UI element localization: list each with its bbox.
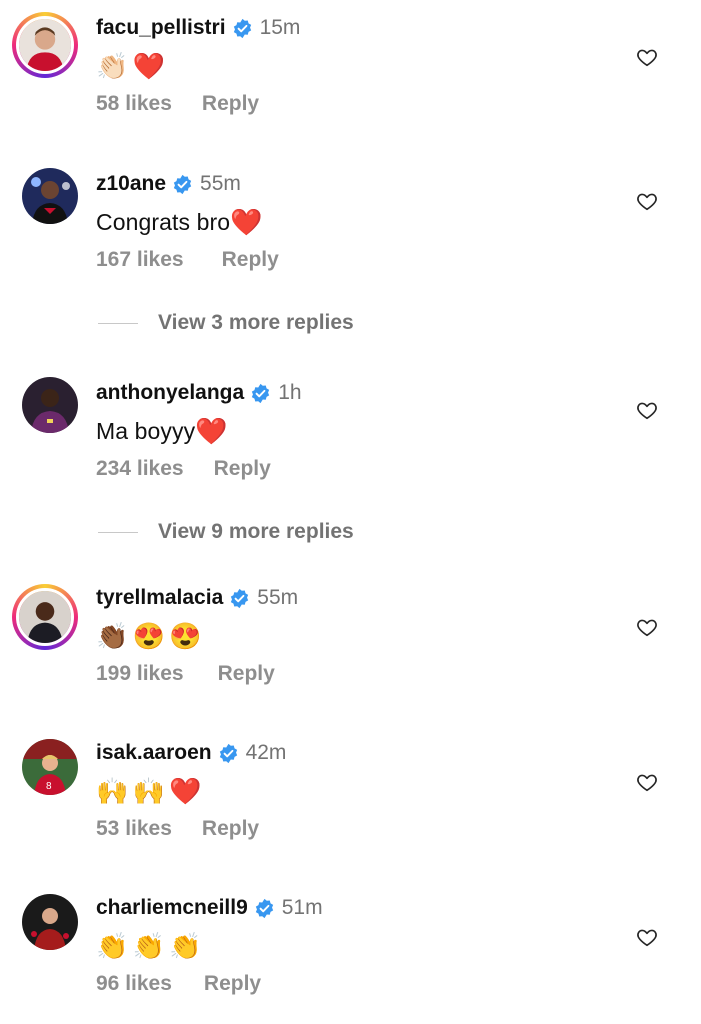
emoji: 🙌: [132, 776, 165, 806]
verified-badge-icon: [219, 743, 237, 763]
timestamp: 55m: [200, 172, 241, 195]
avatar-story-ring[interactable]: [12, 584, 78, 650]
emoji: 👏: [96, 931, 129, 961]
comment-item: 8 isak.aaroen 42m 🙌 🙌 ❤️ 53 likes Reply: [0, 737, 701, 847]
timestamp: 15m: [259, 16, 301, 39]
view-more-replies-button[interactable]: View 3 more replies: [96, 308, 354, 338]
reply-button[interactable]: Reply: [202, 92, 259, 116]
verified-badge-icon: [252, 383, 270, 403]
reply-button[interactable]: Reply: [204, 972, 261, 996]
verified-badge-icon: [255, 898, 273, 918]
avatar[interactable]: [16, 588, 74, 646]
comment-text: Ma boyyy ❤️: [96, 413, 232, 449]
comment-text: 👏🏾 😍 😍: [96, 618, 205, 654]
comment-text: Congrats bro ❤️: [96, 204, 267, 240]
verified-badge-icon: [231, 588, 249, 608]
comment-item: facu_pellistri 15m 👏🏻 ❤️ 58 likes Reply: [0, 12, 701, 122]
username[interactable]: charliemcneill9: [96, 896, 248, 920]
svg-text:8: 8: [46, 781, 52, 792]
avatar[interactable]: [16, 16, 74, 74]
avatar[interactable]: [22, 377, 78, 433]
emoji: 🙌: [96, 776, 129, 806]
comment-item: z10ane 55m Congrats bro ❤️ 167 likes Rep…: [0, 168, 701, 278]
comment-text: 👏 👏 👏: [96, 928, 205, 964]
heart-icon[interactable]: [636, 190, 658, 212]
likes-count[interactable]: 96 likes: [96, 972, 172, 996]
likes-count[interactable]: 53 likes: [96, 817, 172, 841]
emoji: ❤️: [230, 207, 263, 237]
timestamp: 55m: [257, 586, 299, 609]
emoji: 😍: [168, 621, 202, 651]
avatar[interactable]: [22, 894, 78, 950]
emoji: 👏🏻: [96, 51, 129, 81]
view-more-label: View 3 more replies: [158, 311, 354, 334]
comment-item: charliemcneill9 51m 👏 👏 👏 96 likes Reply: [0, 892, 701, 1002]
username[interactable]: isak.aaroen: [96, 741, 212, 765]
emoji: 😍: [132, 621, 165, 651]
comment-text: 👏🏻 ❤️: [96, 48, 169, 84]
username[interactable]: anthonyelanga: [96, 381, 244, 405]
avatar[interactable]: [22, 168, 78, 224]
emoji: 👏: [132, 931, 165, 961]
timestamp: 42m: [245, 741, 287, 764]
view-more-label: View 9 more replies: [158, 520, 354, 543]
comment-text: 🙌 🙌 ❤️: [96, 773, 205, 809]
heart-icon[interactable]: [636, 46, 658, 68]
emoji: 👏🏾: [96, 621, 129, 651]
reply-button[interactable]: Reply: [222, 248, 279, 272]
divider: [98, 322, 138, 324]
likes-count[interactable]: 58 likes: [96, 92, 172, 116]
timestamp: 51m: [281, 896, 323, 919]
reply-button[interactable]: Reply: [202, 817, 259, 841]
comment-text-content: Ma boyyy: [96, 417, 196, 444]
timestamp: 1h: [278, 381, 302, 404]
emoji: ❤️: [195, 416, 228, 446]
verified-badge-icon: [173, 174, 192, 194]
heart-icon[interactable]: [636, 616, 658, 638]
likes-count[interactable]: 199 likes: [96, 662, 184, 686]
heart-icon[interactable]: [636, 771, 658, 793]
comment-text-content: Congrats bro: [96, 208, 231, 235]
view-more-replies-button[interactable]: View 9 more replies: [96, 517, 354, 547]
emoji: ❤️: [168, 776, 202, 806]
verified-badge-icon: [233, 18, 251, 38]
emoji: 👏: [168, 931, 202, 961]
username[interactable]: z10ane: [96, 172, 166, 196]
reply-button[interactable]: Reply: [214, 457, 271, 481]
comment-item: anthonyelanga 1h Ma boyyy ❤️ 234 likes R…: [0, 377, 701, 487]
avatar-story-ring[interactable]: [12, 12, 78, 78]
comment-item: tyrellmalacia 55m 👏🏾 😍 😍 199 likes Reply: [0, 582, 701, 692]
reply-button[interactable]: Reply: [218, 662, 275, 686]
emoji: ❤️: [132, 51, 165, 81]
likes-count[interactable]: 167 likes: [96, 248, 184, 272]
likes-count[interactable]: 234 likes: [96, 457, 184, 481]
heart-icon[interactable]: [636, 926, 658, 948]
username[interactable]: facu_pellistri: [96, 16, 226, 40]
username[interactable]: tyrellmalacia: [96, 586, 223, 610]
heart-icon[interactable]: [636, 399, 658, 421]
divider: [98, 531, 138, 533]
avatar[interactable]: 8: [22, 739, 78, 795]
